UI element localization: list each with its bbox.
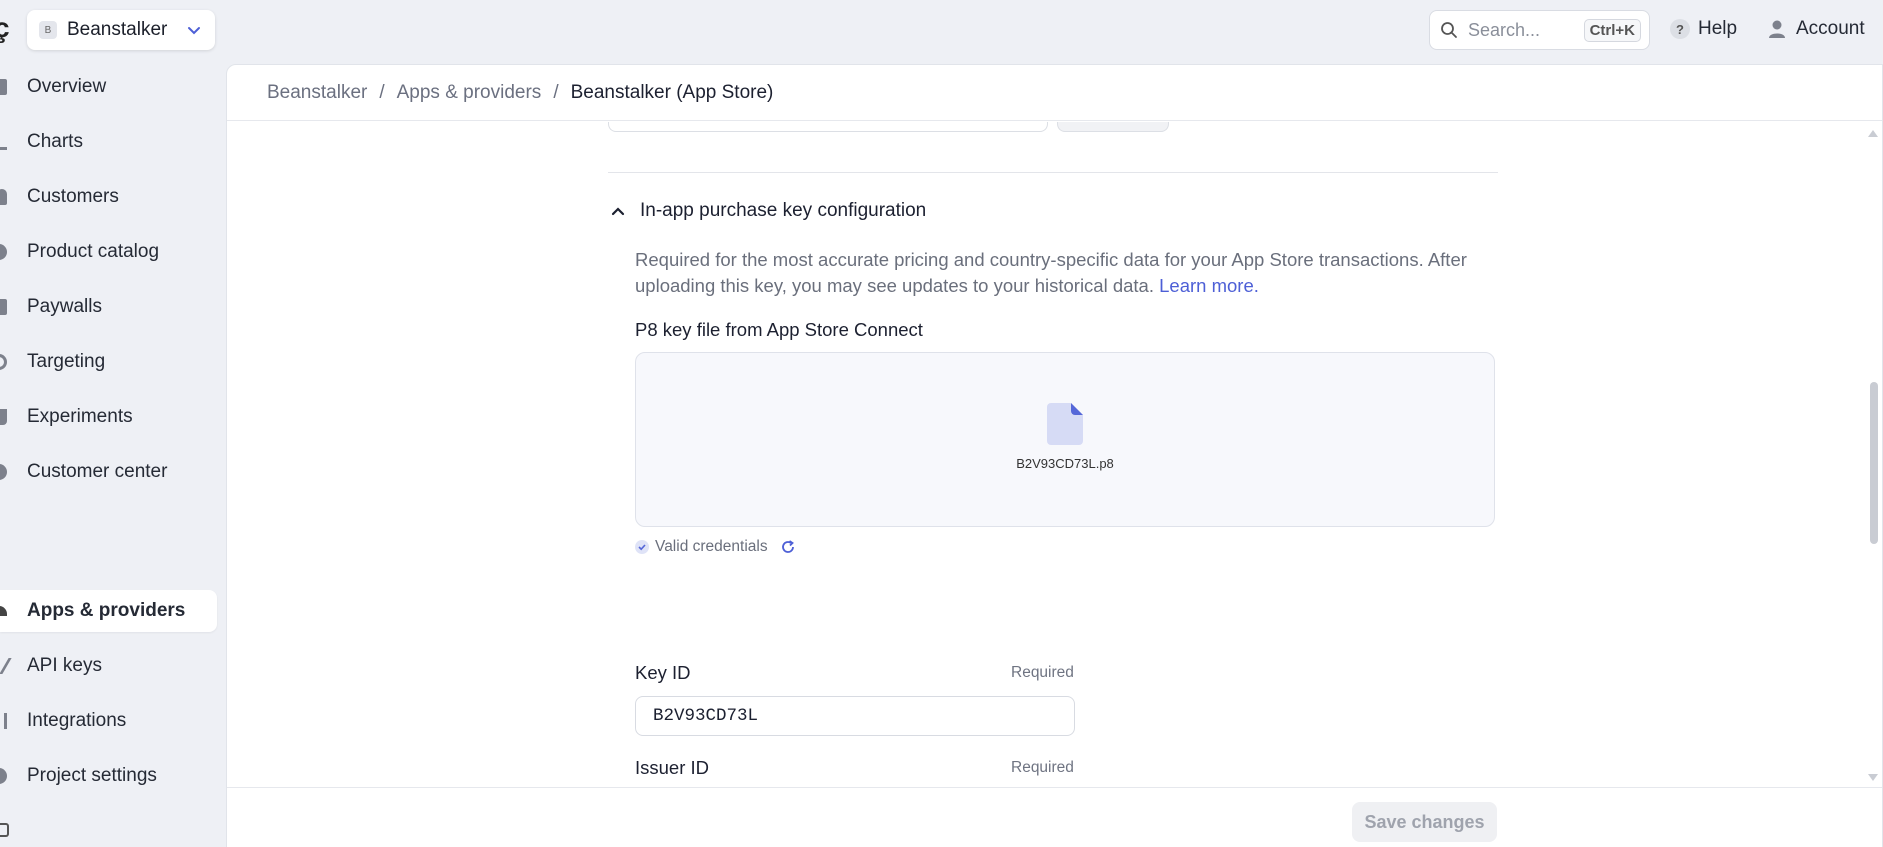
search-placeholder: Search...: [1468, 19, 1541, 40]
file-dropzone[interactable]: B2V93CD73L.p8: [635, 352, 1495, 527]
sidebar-item-label: Product catalog: [27, 241, 160, 262]
breadcrumb-separator: /: [553, 81, 559, 103]
sidebar-item-label: Customers: [27, 186, 119, 207]
sidebar-item-label: API keys: [27, 655, 102, 676]
check-icon: [635, 540, 649, 554]
key-id-input[interactable]: B2V93CD73L: [635, 696, 1075, 736]
sidebar-item-customer-center[interactable]: Customer center: [0, 451, 217, 493]
scrollbar-thumb[interactable]: [1870, 382, 1878, 544]
learn-more-suffix: .: [1253, 275, 1259, 296]
account-button[interactable]: Account: [1768, 18, 1865, 40]
overview-icon: [0, 79, 7, 95]
sidebar-item-overview[interactable]: Overview: [0, 66, 217, 108]
uploaded-file-name: B2V93CD73L.p8: [1016, 456, 1114, 471]
sidebar-item-label: Project settings: [27, 765, 157, 786]
content-area: In-app purchase key configuration Requir…: [227, 122, 1882, 790]
help-button[interactable]: ? Help: [1670, 18, 1737, 40]
search-input[interactable]: Search... Ctrl+K: [1429, 10, 1650, 50]
file-icon: [1047, 403, 1083, 445]
sidebar-item-label: Integrations: [27, 710, 127, 731]
sidebar-item-label: Paywalls: [27, 296, 102, 317]
previous-field-button[interactable]: [1057, 122, 1169, 132]
paywall-icon: [0, 299, 7, 315]
credentials-status: Valid credentials: [635, 538, 796, 556]
scroll-up-arrow[interactable]: [1868, 130, 1878, 137]
key-id-required: Required: [1011, 664, 1074, 681]
sidebar-item-label: Customer center: [27, 461, 168, 482]
scrollbar[interactable]: [1866, 122, 1882, 790]
key-icon: [0, 658, 12, 674]
sidebar-item-label: Charts: [27, 131, 83, 152]
breadcrumb-item[interactable]: Apps & providers: [397, 82, 542, 104]
target-icon: [0, 354, 7, 370]
search-shortcut: Ctrl+K: [1583, 18, 1641, 42]
key-id-label: Key ID: [635, 662, 691, 683]
sidebar-item-charts[interactable]: Charts: [0, 121, 217, 163]
refresh-icon[interactable]: [780, 539, 796, 555]
section-description: Required for the most accurate pricing a…: [635, 247, 1505, 299]
save-changes-button[interactable]: Save changes: [1352, 802, 1497, 842]
section-toggle[interactable]: In-app purchase key configuration: [610, 200, 926, 222]
learn-more-link[interactable]: Learn more: [1159, 275, 1254, 296]
sidebar-item-experiments[interactable]: Experiments: [0, 396, 217, 438]
plug-icon: [0, 713, 7, 729]
sidebar-item-label: Apps & providers: [27, 600, 186, 621]
account-label: Account: [1796, 18, 1865, 39]
description-text: Required for the most accurate pricing a…: [635, 249, 1467, 296]
breadcrumb-current: Beanstalker (App Store): [570, 81, 774, 103]
help-label: Help: [1698, 18, 1738, 39]
collapse-sidebar-icon[interactable]: [0, 823, 9, 837]
footer-bar: Save changes: [227, 787, 1882, 847]
sidebar-item-targeting[interactable]: Targeting: [0, 341, 217, 383]
breadcrumb-separator: /: [379, 81, 385, 103]
chevron-up-icon: [611, 207, 625, 216]
sidebar: Overview Charts Customers Product catalo…: [0, 0, 226, 847]
section-divider: [608, 172, 1498, 173]
p8-file-label: P8 key file from App Store Connect: [635, 319, 923, 340]
sidebar-item-api-keys[interactable]: API keys: [0, 645, 217, 687]
sidebar-item-label: Targeting: [27, 351, 106, 372]
customers-icon: [0, 189, 7, 205]
sidebar-item-project-settings[interactable]: Project settings: [0, 755, 217, 797]
sidebar-item-label: Overview: [27, 76, 107, 97]
flask-icon: [0, 409, 7, 425]
issuer-id-required: Required: [1011, 759, 1074, 776]
sidebar-item-customers[interactable]: Customers: [0, 176, 217, 218]
search-icon: [1441, 22, 1457, 38]
credentials-status-text: Valid credentials: [655, 538, 768, 555]
chart-icon: [0, 134, 7, 150]
section-title: In-app purchase key configuration: [640, 200, 927, 221]
sidebar-item-paywalls[interactable]: Paywalls: [0, 286, 217, 328]
user-icon: [1769, 20, 1785, 38]
help-circle-icon: [0, 464, 7, 480]
main-panel: Beanstalker / Apps & providers / Beansta…: [226, 64, 1883, 847]
tag-icon: [0, 244, 7, 260]
sidebar-item-label: Experiments: [27, 406, 133, 427]
previous-field-input[interactable]: [608, 122, 1048, 132]
breadcrumb: Beanstalker / Apps & providers / Beansta…: [227, 65, 1882, 121]
sidebar-item-apps-providers[interactable]: Apps & providers: [0, 590, 217, 632]
apps-icon: [0, 606, 7, 616]
gear-icon: [0, 768, 7, 784]
sidebar-item-product-catalog[interactable]: Product catalog: [0, 231, 217, 273]
scroll-down-arrow[interactable]: [1868, 774, 1878, 781]
question-icon: ?: [1670, 19, 1690, 39]
issuer-id-label: Issuer ID: [635, 757, 710, 778]
sidebar-item-integrations[interactable]: Integrations: [0, 700, 217, 742]
breadcrumb-item[interactable]: Beanstalker: [267, 82, 367, 104]
